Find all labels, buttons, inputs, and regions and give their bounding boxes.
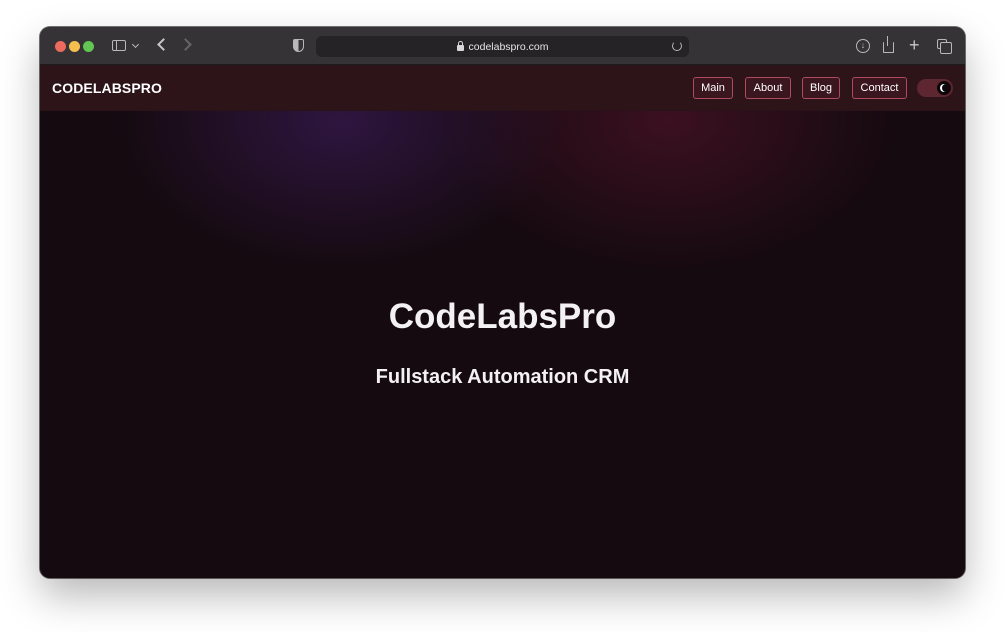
download-icon[interactable]: ↓ bbox=[856, 39, 870, 53]
zoom-window-button[interactable] bbox=[83, 41, 94, 52]
back-icon[interactable] bbox=[157, 38, 170, 51]
site-header: CODELABSPRO Main About Blog Contact bbox=[40, 65, 965, 111]
share-icon[interactable] bbox=[883, 36, 894, 53]
url-text: codelabspro.com bbox=[468, 40, 549, 53]
nav-contact-button[interactable]: Contact bbox=[852, 77, 907, 99]
sidebar-icon[interactable] bbox=[112, 40, 126, 51]
nav-main-button[interactable]: Main bbox=[693, 77, 733, 99]
new-tab-icon[interactable]: + bbox=[909, 35, 920, 55]
address-bar[interactable]: codelabspro.com bbox=[316, 36, 689, 57]
nav-blog-button[interactable]: Blog bbox=[802, 77, 840, 99]
hero-section: CodeLabsPro Fullstack Automation CRM bbox=[40, 111, 965, 578]
moon-icon bbox=[942, 84, 950, 92]
toggle-knob bbox=[937, 81, 951, 95]
lock-icon bbox=[456, 41, 464, 51]
forward-icon[interactable] bbox=[179, 38, 192, 51]
browser-window: codelabspro.com ↓ + CODELABSPRO Main Abo… bbox=[40, 27, 965, 578]
browser-toolbar: codelabspro.com ↓ + bbox=[40, 27, 965, 65]
reload-icon[interactable] bbox=[672, 41, 682, 51]
shield-icon[interactable] bbox=[293, 39, 304, 52]
nav-about-button[interactable]: About bbox=[745, 77, 791, 99]
close-window-button[interactable] bbox=[55, 41, 66, 52]
chevron-down-icon[interactable] bbox=[131, 40, 140, 49]
hero-title: CodeLabsPro bbox=[388, 297, 617, 336]
theme-toggle[interactable] bbox=[917, 79, 953, 97]
minimize-window-button[interactable] bbox=[69, 41, 80, 52]
hero-subtitle: Fullstack Automation CRM bbox=[375, 366, 630, 388]
tabs-overview-icon[interactable] bbox=[937, 39, 952, 54]
brand-logo[interactable]: CODELABSPRO bbox=[52, 80, 162, 96]
